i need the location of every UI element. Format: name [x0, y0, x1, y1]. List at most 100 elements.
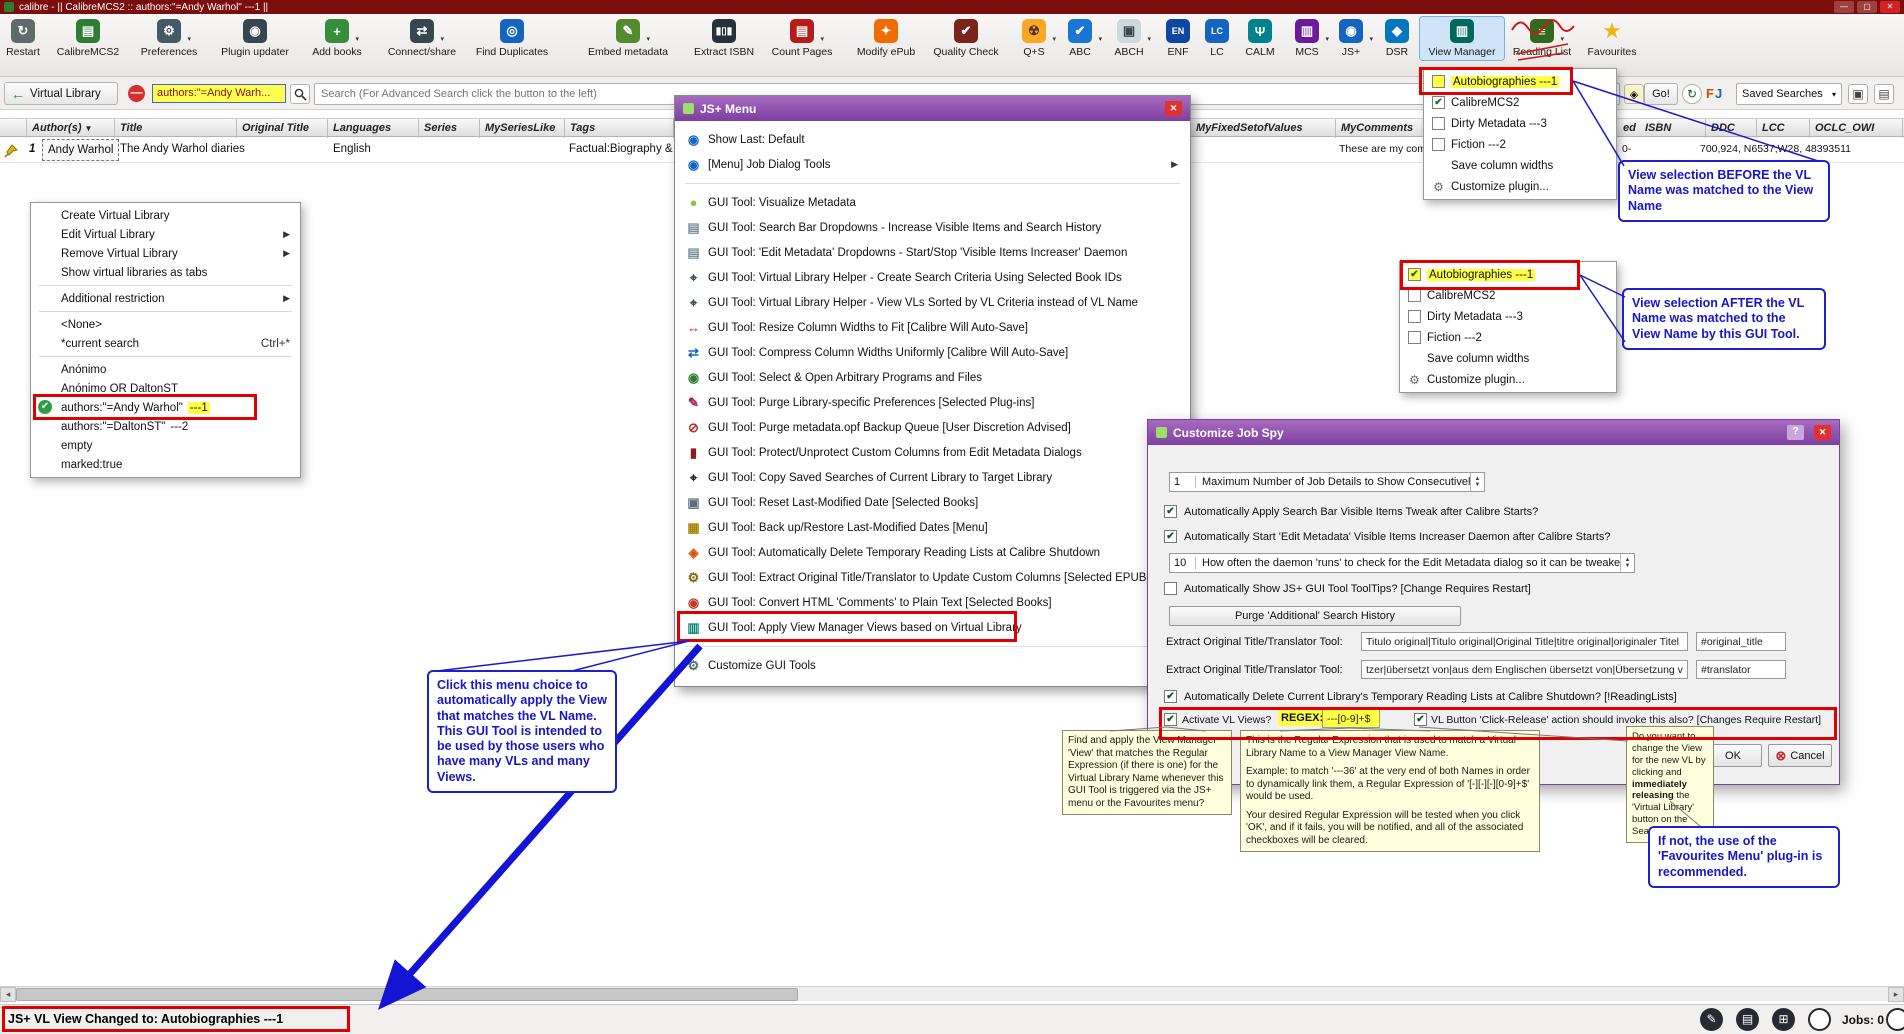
row-number-header[interactable] — [0, 119, 27, 138]
layout-grid-icon[interactable]: ⊞ — [1772, 1008, 1795, 1031]
clear-virtual-library-icon[interactable]: — — [128, 85, 145, 102]
toolbar-connect-share-button[interactable]: ⇄ ▾ Connect/share — [376, 17, 468, 60]
column-header-tags[interactable]: Tags — [565, 119, 674, 138]
copy-search-icon[interactable]: ▣ — [1848, 84, 1868, 104]
jsplus-item-customize-gui-tools[interactable]: ⚙ Customize GUI Tools — [675, 653, 1190, 678]
checkbox-icon[interactable] — [1432, 75, 1445, 88]
checkbox-icon[interactable] — [1432, 138, 1445, 151]
language-cell[interactable]: English — [333, 137, 371, 163]
toolbar-restart-button[interactable]: ↻ Restart — [0, 17, 46, 60]
menu-item-create-vl[interactable]: Create Virtual Library — [31, 206, 300, 225]
view-item-customize-plugin[interactable]: ⚙ Customize plugin... — [1424, 176, 1616, 197]
toolbar-extract-isbn-button[interactable]: ▮▯▮ Extract ISBN — [686, 17, 762, 60]
layout-pen-icon[interactable]: ✎ — [1700, 1008, 1723, 1031]
jsplus-item-reset-last-modified[interactable]: ▣ GUI Tool: Reset Last-Modified Date [Sel… — [675, 490, 1190, 515]
toolbar-favourites-button[interactable]: ★ Favourites — [1580, 17, 1644, 60]
toolbar-abc-button[interactable]: ✔ ▾ ABC — [1058, 17, 1102, 60]
regex-input[interactable] — [1322, 709, 1380, 728]
view-item-fiction[interactable]: Fiction ---2 — [1400, 327, 1616, 348]
spinner-arrows-icon[interactable]: ▲ ▼ — [1470, 473, 1484, 491]
scrollbar-thumb[interactable] — [16, 988, 798, 1001]
tags-cell[interactable]: Factual:Biography & — [569, 137, 673, 163]
jsplus-item-vlh-view-vls[interactable]: ⌖ GUI Tool: Virtual Library Helper - View… — [675, 290, 1190, 315]
toolbar-count-pages-button[interactable]: ▤ ▾ Count Pages — [764, 17, 840, 60]
menu-item-current-search[interactable]: *current search Ctrl+* — [31, 334, 300, 353]
jsplus-item-copy-saved-searches[interactable]: ⌖ GUI Tool: Copy Saved Searches of Curren… — [675, 465, 1190, 490]
highlight-matches-icon[interactable]: ◈ — [1624, 84, 1644, 104]
jsplus-item-apply-view-manager-views[interactable]: ▥ GUI Tool: Apply View Manager Views base… — [675, 615, 1190, 640]
layout-circle-icon[interactable]: ○ — [1808, 1008, 1831, 1031]
jsplus-item-purge-opf-queue[interactable]: ⊘ GUI Tool: Purge metadata.opf Backup Que… — [675, 415, 1190, 440]
toolbar-modify-epub-button[interactable]: ✦ Modify ePub — [850, 17, 922, 60]
jsplus-item-compress-columns[interactable]: ⇄ GUI Tool: Compress Column Widths Unifor… — [675, 340, 1190, 365]
close-icon[interactable]: ✕ — [1814, 425, 1831, 440]
jsplus-item-edit-metadata-dropdowns[interactable]: ▤ GUI Tool: 'Edit Metadata' Dropdowns - S… — [675, 240, 1190, 265]
max-jobs-spinner[interactable]: 1 Maximum Number of Job Details to Show … — [1169, 472, 1485, 492]
author-cell[interactable]: Andy Warhol — [42, 139, 120, 161]
vl-button-checkbox[interactable]: ✔ — [1414, 713, 1427, 726]
toolbar-abch-button[interactable]: ▣ ▾ ABCH — [1104, 17, 1154, 60]
extract-translator-column-input[interactable] — [1696, 660, 1786, 679]
jsplus-item-visualize-metadata[interactable]: ● GUI Tool: Visualize Metadata — [675, 190, 1190, 215]
view-item-customize-plugin[interactable]: ⚙ Customize plugin... — [1400, 369, 1616, 390]
spinner-arrows-icon[interactable]: ▲ ▼ — [1620, 554, 1634, 572]
jsplus-item-protect-columns[interactable]: ▮ GUI Tool: Protect/Unprotect Custom Colu… — [675, 440, 1190, 465]
refresh-icon[interactable]: ↻ — [1682, 84, 1702, 104]
toolbar-plugin-updater-button[interactable]: ◉ Plugin updater — [212, 17, 298, 60]
jobs-spinner-icon[interactable]: ○ — [1886, 1008, 1904, 1031]
minimize-icon[interactable]: — — [1834, 1, 1854, 13]
column-header-original-title[interactable]: Original Title — [237, 119, 328, 138]
menu-item-remove-vl[interactable]: Remove Virtual Library ▶ — [31, 244, 300, 263]
toolbar-embed-metadata-button[interactable]: ✎ ▾ Embed metadata — [578, 17, 678, 60]
toolbar-find-duplicates-button[interactable]: ◎ Find Duplicates — [470, 17, 554, 60]
toolbar-add-books-button[interactable]: + ▾ Add books — [302, 17, 372, 60]
daemon-frequency-spinner[interactable]: 10 How often the daemon 'runs' to check … — [1169, 553, 1635, 573]
checkbox-icon[interactable] — [1408, 310, 1421, 323]
auto-tweak-checkbox[interactable]: ✔ — [1164, 505, 1177, 518]
view-item-save-column-widths[interactable]: Save column widths — [1424, 155, 1616, 176]
column-header-lcc[interactable]: LCC — [1757, 119, 1810, 138]
checkbox-icon[interactable] — [1408, 331, 1421, 344]
jsplus-item-search-bar-dropdowns[interactable]: ▤ GUI Tool: Search Bar Dropdowns - Increa… — [675, 215, 1190, 240]
checkbox-icon[interactable]: ✔ — [1432, 96, 1445, 109]
jsplus-menu-title-bar[interactable]: JS+ Menu ✕ — [675, 96, 1190, 121]
title-cell[interactable]: The Andy Warhol diaries — [120, 137, 245, 163]
column-header-isbn[interactable]: ISBN — [1640, 119, 1706, 138]
scroll-left-icon[interactable]: ◂ — [0, 987, 16, 1002]
search-options-button[interactable] — [290, 84, 310, 104]
toolbar-dsr-button[interactable]: ◆ DSR — [1376, 17, 1418, 60]
menu-item-edit-vl[interactable]: Edit Virtual Library ▶ — [31, 225, 300, 244]
toolbar-jsplus-button[interactable]: ◉ ▾ JS+ — [1330, 17, 1373, 60]
saved-searches-dropdown[interactable]: Saved Searches ▾ — [1736, 83, 1842, 105]
virtual-library-indicator[interactable]: authors:"=Andy Warh... — [152, 84, 286, 103]
column-header-myfixedsetofvalues[interactable]: MyFixedSetofValues — [1191, 119, 1336, 138]
view-item-calibremcs2[interactable]: ✔ CalibreMCS2 — [1424, 92, 1616, 113]
toolbar-calm-button[interactable]: Ψ CALM — [1236, 17, 1284, 60]
toolbar-lc-button[interactable]: LC LC — [1200, 17, 1234, 60]
jsplus-item-convert-html-comments[interactable]: ◉ GUI Tool: Convert HTML 'Comments' to Pl… — [675, 590, 1190, 615]
go-button[interactable]: Go! — [1644, 83, 1678, 105]
toolbar-qs-button[interactable]: ☢ ▾ Q+S — [1012, 17, 1056, 60]
cancel-button[interactable]: ⊗ Cancel — [1768, 744, 1832, 767]
extract-title-column-input[interactable] — [1696, 632, 1786, 651]
close-icon[interactable]: ✕ — [1880, 1, 1900, 13]
toolbar-quality-check-button[interactable]: ✔ Quality Check — [926, 17, 1006, 60]
job-spy-title-bar[interactable]: Customize Job Spy ? ✕ — [1148, 420, 1839, 445]
checkbox-icon[interactable] — [1432, 117, 1445, 130]
auto-daemon-checkbox[interactable]: ✔ — [1164, 530, 1177, 543]
view-item-calibremcs2[interactable]: CalibreMCS2 — [1400, 285, 1616, 306]
scroll-right-icon[interactable]: ▸ — [1888, 987, 1904, 1002]
toolbar-library-button[interactable]: ▤ CalibreMCS2 — [48, 17, 128, 60]
jsplus-item-vlh-create-criteria[interactable]: ⌖ GUI Tool: Virtual Library Helper - Crea… — [675, 265, 1190, 290]
checkbox-icon[interactable] — [1408, 289, 1421, 302]
jsplus-item-select-open-programs[interactable]: ◉ GUI Tool: Select & Open Arbitrary Progr… — [675, 365, 1190, 390]
extract-title-input[interactable] — [1361, 632, 1688, 651]
view-item-dirty-metadata[interactable]: Dirty Metadata ---3 — [1424, 113, 1616, 134]
menu-item-additional-restriction[interactable]: Additional restriction ▶ — [31, 289, 300, 308]
save-search-icon[interactable]: ▤ — [1874, 84, 1894, 104]
activate-vl-views-checkbox[interactable]: ✔ — [1164, 713, 1177, 726]
layout-list-icon[interactable]: ▤ — [1736, 1008, 1759, 1031]
column-header-myserieslike[interactable]: MySeriesLike — [480, 119, 565, 138]
column-header-partial[interactable]: ed — [1618, 119, 1640, 138]
jsplus-item-extract-original-title[interactable]: ⚙ GUI Tool: Extract Original Title/Transl… — [675, 565, 1190, 590]
